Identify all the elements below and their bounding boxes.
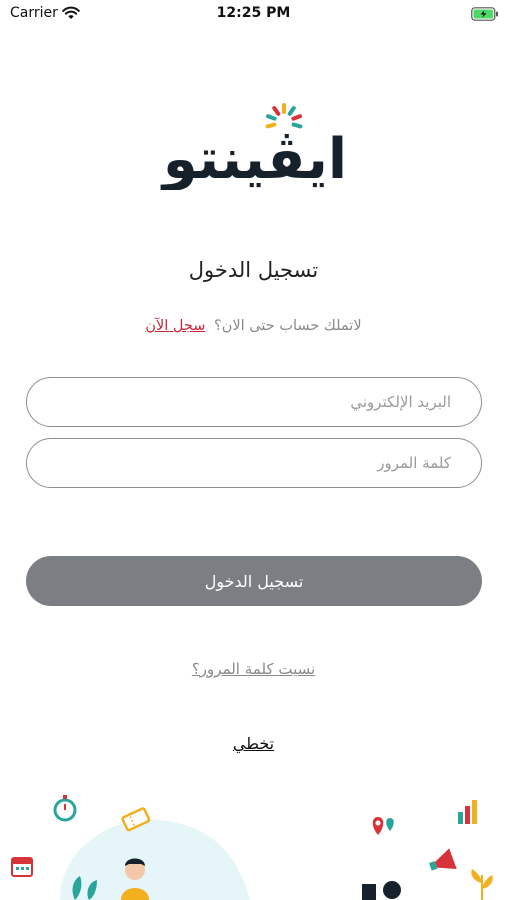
footer-illustration (0, 790, 507, 900)
login-button[interactable]: تسجيل الدخول (26, 556, 482, 606)
plant-icon (471, 869, 493, 900)
svg-text:ايڤينتو: ايڤينتو (160, 127, 347, 190)
forgot-password-link[interactable]: نسيت كلمة المرور؟ (0, 660, 507, 678)
email-field[interactable] (27, 378, 481, 426)
bar-chart-icon (458, 800, 477, 824)
signup-link[interactable]: سجل الآن (145, 318, 205, 334)
signup-question: لاتملك حساب حتى الان؟ (214, 318, 362, 334)
clock: 12:25 PM (216, 5, 291, 21)
calendar-icon (11, 857, 33, 877)
person-icon (362, 881, 401, 900)
megaphone-icon (429, 848, 457, 871)
battery-charging-icon (471, 6, 499, 25)
email-field-container (26, 377, 482, 427)
sunburst-icon (265, 103, 303, 129)
password-field[interactable] (27, 439, 481, 487)
status-bar: Carrier 12:25 PM (0, 0, 507, 28)
password-field-container (26, 438, 482, 488)
page-title: تسجيل الدخول (188, 258, 319, 282)
skip-link[interactable]: تخطي (0, 734, 507, 753)
stopwatch-icon (53, 795, 77, 822)
signup-prompt: لاتملك حساب حتى الان؟ سجل الآن (0, 318, 507, 334)
location-pin-icon (372, 817, 394, 835)
brand-logo: ايڤينتو (150, 98, 360, 192)
